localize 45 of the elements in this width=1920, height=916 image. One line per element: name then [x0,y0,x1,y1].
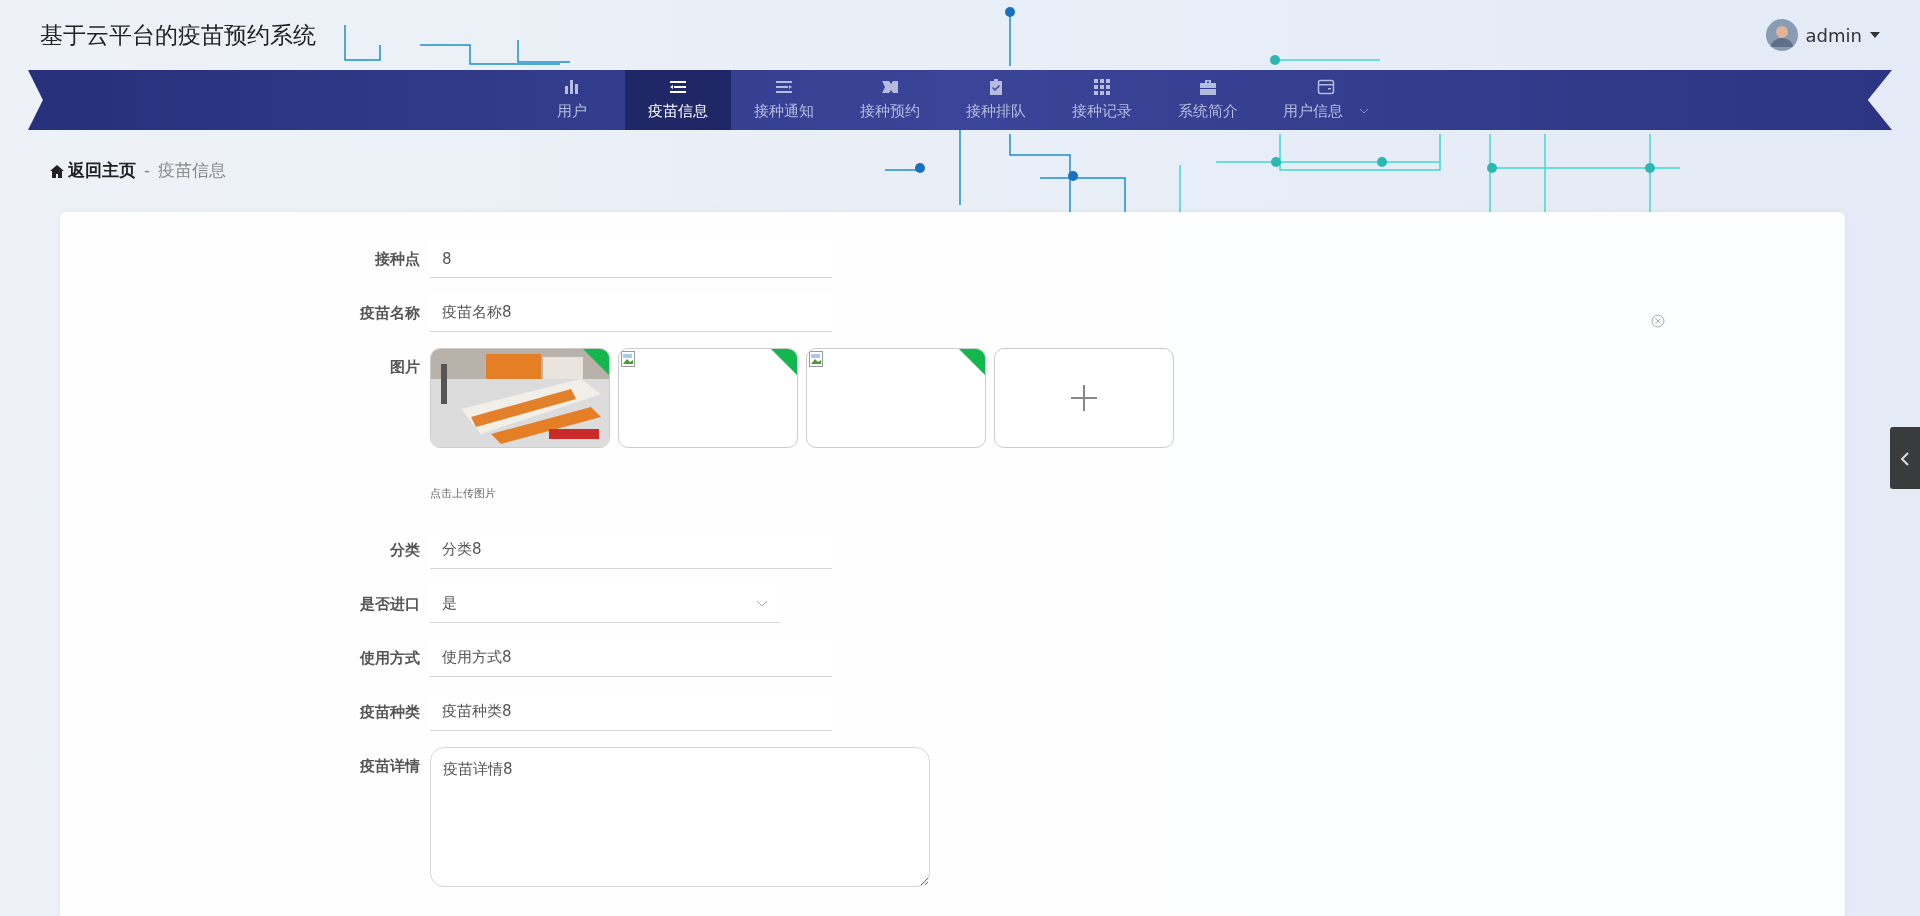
nav-tab[interactable]: 系统简介 [1155,70,1261,130]
field-label: 使用方式 [358,647,421,669]
field-label: 是否进口 [359,593,421,615]
plus-icon [1070,384,1098,412]
field-label: 分类 [389,539,421,561]
nav-tab[interactable]: 接种记录 [1049,70,1155,130]
clipboard-check-icon [987,77,1005,96]
chevron-down-icon [756,599,768,607]
broken-image-icon [621,351,635,367]
field-label: 图片 [389,357,421,378]
home-icon [50,164,64,178]
field-label: 疫苗详情 [359,755,421,777]
corner-tag [959,349,985,375]
nav-tab[interactable]: 用户 [519,70,625,130]
field-label: 疫苗名称 [359,303,421,324]
grid-icon [1093,77,1111,96]
clear-icon[interactable] [1651,314,1665,328]
card-icon [1317,77,1335,96]
nav-tab[interactable]: 接种预约 [837,70,943,130]
field-label: 疫苗种类 [359,701,421,723]
site-title: 基于云平台的疫苗预约系统 [40,20,316,50]
upload-hint: 点击上传图片 [430,486,497,502]
text-area[interactable]: 疫苗详情8 [430,746,930,887]
nav-tab[interactable]: 用户信息 [1261,70,1391,130]
avatar [1765,19,1798,51]
user-name[interactable]: admin [1805,21,1862,49]
image-thumbnail[interactable] [618,348,798,448]
circuit-drawing [1005,7,1015,67]
upload-button[interactable] [994,348,1174,448]
broken-image-icon [809,351,823,367]
caret-icon[interactable] [1870,31,1880,39]
home-link[interactable]: 返回主页 [50,158,136,184]
breadcrumb-current: 疫苗信息 [158,159,227,183]
corner-tag [583,349,609,375]
image-thumbnail[interactable] [806,348,986,448]
chevron-left-icon [1900,450,1910,467]
nav-tab[interactable]: 接种排队 [943,70,1049,130]
corner-tag [771,349,797,375]
field-label: 接种点 [374,249,421,270]
briefcase-icon [1199,77,1217,96]
nav-tab[interactable]: 接种通知 [731,70,837,130]
breadcrumb-separator: - [144,159,151,183]
collapse-tab[interactable] [1890,427,1920,489]
nav-tab[interactable]: 疫苗信息 [625,70,731,130]
bar-chart-icon [563,77,581,96]
